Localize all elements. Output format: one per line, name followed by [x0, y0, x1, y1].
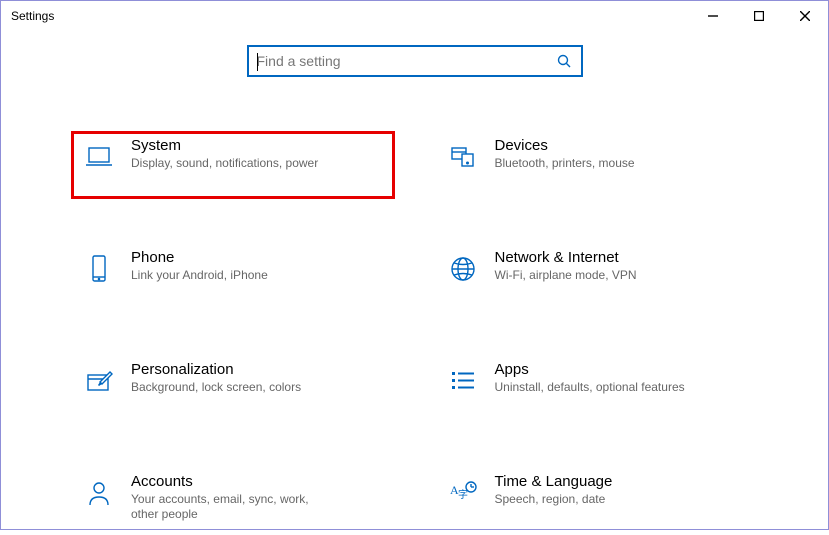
maximize-button[interactable]	[736, 1, 782, 31]
tile-title: Time & Language	[495, 473, 613, 490]
apps-icon	[439, 361, 487, 401]
tile-desc: Display, sound, notifications, power	[131, 156, 318, 171]
tile-accounts[interactable]: Accounts Your accounts, email, sync, wor…	[71, 467, 395, 535]
time-language-icon: A字	[439, 473, 487, 513]
tile-desc: Bluetooth, printers, mouse	[495, 156, 635, 171]
window-controls	[690, 1, 828, 31]
settings-grid: System Display, sound, notifications, po…	[1, 77, 828, 535]
maximize-icon	[754, 11, 764, 21]
minimize-button[interactable]	[690, 1, 736, 31]
close-icon	[800, 11, 810, 21]
titlebar: Settings	[1, 1, 828, 31]
tile-desc: Your accounts, email, sync, work, other …	[131, 492, 331, 522]
search-input[interactable]	[257, 53, 555, 69]
tile-desc: Uninstall, defaults, optional features	[495, 380, 685, 395]
laptop-icon	[75, 137, 123, 177]
tile-title: Devices	[495, 137, 635, 154]
tile-title: Accounts	[131, 473, 331, 490]
search-box[interactable]	[247, 45, 583, 77]
tile-title: Phone	[131, 249, 268, 266]
tile-title: System	[131, 137, 318, 154]
tile-phone[interactable]: Phone Link your Android, iPhone	[71, 243, 395, 311]
phone-icon	[75, 249, 123, 289]
tile-title: Apps	[495, 361, 685, 378]
tile-title: Network & Internet	[495, 249, 637, 266]
close-button[interactable]	[782, 1, 828, 31]
tile-desc: Speech, region, date	[495, 492, 613, 507]
window-title: Settings	[11, 9, 54, 23]
search-icon	[555, 52, 573, 70]
search-area	[1, 31, 828, 77]
tile-devices[interactable]: Devices Bluetooth, printers, mouse	[435, 131, 759, 199]
minimize-icon	[708, 11, 718, 21]
person-icon	[75, 473, 123, 513]
tile-time-language[interactable]: A字 Time & Language Speech, region, date	[435, 467, 759, 535]
text-cursor	[257, 53, 258, 71]
tile-desc: Wi-Fi, airplane mode, VPN	[495, 268, 637, 283]
tile-personalization[interactable]: Personalization Background, lock screen,…	[71, 355, 395, 423]
devices-icon	[439, 137, 487, 177]
paint-icon	[75, 361, 123, 401]
tile-desc: Link your Android, iPhone	[131, 268, 268, 283]
tile-title: Personalization	[131, 361, 301, 378]
tile-system[interactable]: System Display, sound, notifications, po…	[71, 131, 395, 199]
globe-icon	[439, 249, 487, 289]
tile-apps[interactable]: Apps Uninstall, defaults, optional featu…	[435, 355, 759, 423]
tile-desc: Background, lock screen, colors	[131, 380, 301, 395]
tile-network[interactable]: Network & Internet Wi-Fi, airplane mode,…	[435, 243, 759, 311]
